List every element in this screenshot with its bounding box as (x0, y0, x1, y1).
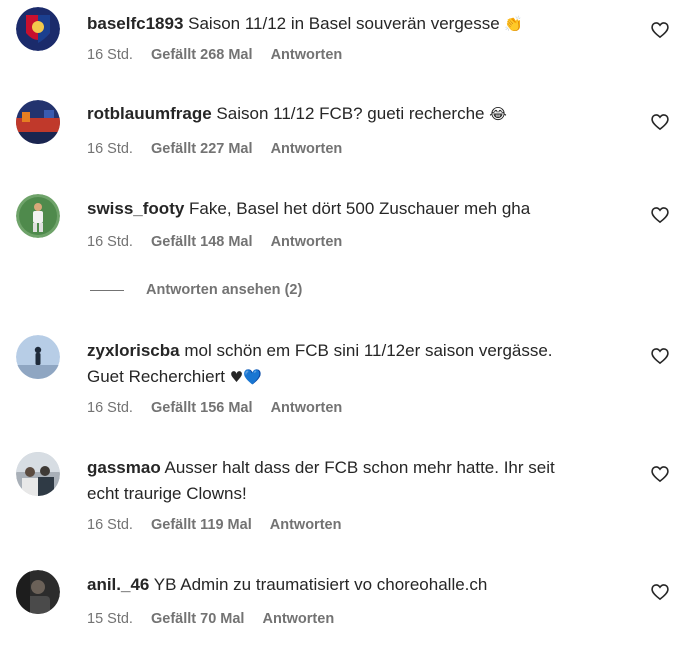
comment-likes[interactable]: Gefällt 227 Mal (151, 141, 253, 157)
blue-heart-emoji: 💙 (243, 368, 262, 386)
comment-text-line-2: Guet Recherchiert (87, 367, 225, 386)
reply-button[interactable]: Antworten (271, 400, 343, 416)
heart-outline-icon[interactable] (650, 464, 670, 484)
comment-body: baselfc1893 Saison 11/12 in Basel souver… (87, 11, 627, 37)
comment-likes[interactable]: Gefällt 148 Mal (151, 234, 253, 250)
comment-time: 16 Std. (87, 47, 133, 63)
comment-time: 15 Std. (87, 611, 133, 627)
comment-username[interactable]: anil._46 (87, 575, 149, 594)
view-replies-button[interactable]: Antworten ansehen (2) (90, 282, 302, 304)
black-heart-emoji: ♥ (229, 368, 244, 386)
comment-text: Saison 11/12 in Basel souverän vergesse (188, 14, 500, 33)
crowd-flag-avatar[interactable] (16, 100, 60, 144)
clapping-hands-emoji: 👏 (504, 15, 524, 33)
comment-meta: 16 Std. Gefällt 148 Mal Antworten (87, 234, 356, 250)
person-silhouette-avatar[interactable] (16, 335, 60, 379)
comment-likes[interactable]: Gefällt 119 Mal (151, 517, 252, 533)
comment-text: mol schön em FCB sini 11/12er saison ver… (184, 341, 553, 360)
football-player-avatar[interactable] (16, 194, 60, 238)
comment-meta: 16 Std. Gefällt 119 Mal Antworten (87, 517, 355, 533)
comment-likes[interactable]: Gefällt 70 Mal (151, 611, 244, 627)
heart-outline-icon[interactable] (650, 346, 670, 366)
comment-body: anil._46 YB Admin zu traumatisiert vo ch… (87, 572, 627, 598)
reply-button[interactable]: Antworten (271, 234, 343, 250)
comment-meta: 15 Std. Gefällt 70 Mal Antworten (87, 611, 348, 627)
heart-outline-icon[interactable] (650, 205, 670, 225)
reply-button[interactable]: Antworten (270, 517, 342, 533)
comment-text: Ausser halt dass der FCB schon mehr hatt… (164, 458, 555, 477)
comment-username[interactable]: gassmao (87, 458, 161, 477)
comment-meta: 16 Std. Gefällt 156 Mal Antworten (87, 400, 356, 416)
comment-body: swiss_footy Fake, Basel het dört 500 Zus… (87, 196, 627, 222)
comment-text: Saison 11/12 FCB? gueti recherche (216, 104, 485, 123)
comment-username[interactable]: swiss_footy (87, 199, 184, 218)
view-replies-label: Antworten ansehen (2) (146, 282, 303, 298)
comment-username[interactable]: rotblauumfrage (87, 104, 212, 123)
comment-username[interactable]: baselfc1893 (87, 14, 183, 33)
comment-time: 16 Std. (87, 141, 133, 157)
comment-text-line-2: echt traurige Clowns! (87, 484, 247, 503)
comment-text: YB Admin zu traumatisiert vo choreohalle… (153, 575, 488, 594)
comment-body: rotblauumfrage Saison 11/12 FCB? gueti r… (87, 101, 627, 127)
heart-outline-icon[interactable] (650, 20, 670, 40)
comment-likes[interactable]: Gefällt 268 Mal (151, 47, 253, 63)
heart-outline-icon[interactable] (650, 582, 670, 602)
comment-time: 16 Std. (87, 400, 133, 416)
replies-divider-line (90, 289, 124, 291)
heart-outline-icon[interactable] (650, 112, 670, 132)
comment-meta: 16 Std. Gefällt 227 Mal Antworten (87, 141, 356, 157)
reply-button[interactable]: Antworten (271, 47, 343, 63)
fc-basel-crest-avatar[interactable] (16, 7, 60, 51)
comment-time: 16 Std. (87, 234, 133, 250)
laughing-emoji: 😂 (489, 105, 507, 123)
comment-username[interactable]: zyxloriscba (87, 341, 180, 360)
comment-body: gassmao Ausser halt dass der FCB schon m… (87, 455, 627, 507)
comment-time: 16 Std. (87, 517, 133, 533)
reply-button[interactable]: Antworten (271, 141, 343, 157)
comment-likes[interactable]: Gefällt 156 Mal (151, 400, 253, 416)
dark-photo-avatar[interactable] (16, 570, 60, 614)
group-photo-avatar[interactable] (16, 452, 60, 496)
comment-body: zyxloriscba mol schön em FCB sini 11/12e… (87, 338, 627, 390)
reply-button[interactable]: Antworten (263, 611, 335, 627)
comment-meta: 16 Std. Gefällt 268 Mal Antworten (87, 47, 356, 63)
comment-text: Fake, Basel het dört 500 Zuschauer meh g… (189, 199, 531, 218)
